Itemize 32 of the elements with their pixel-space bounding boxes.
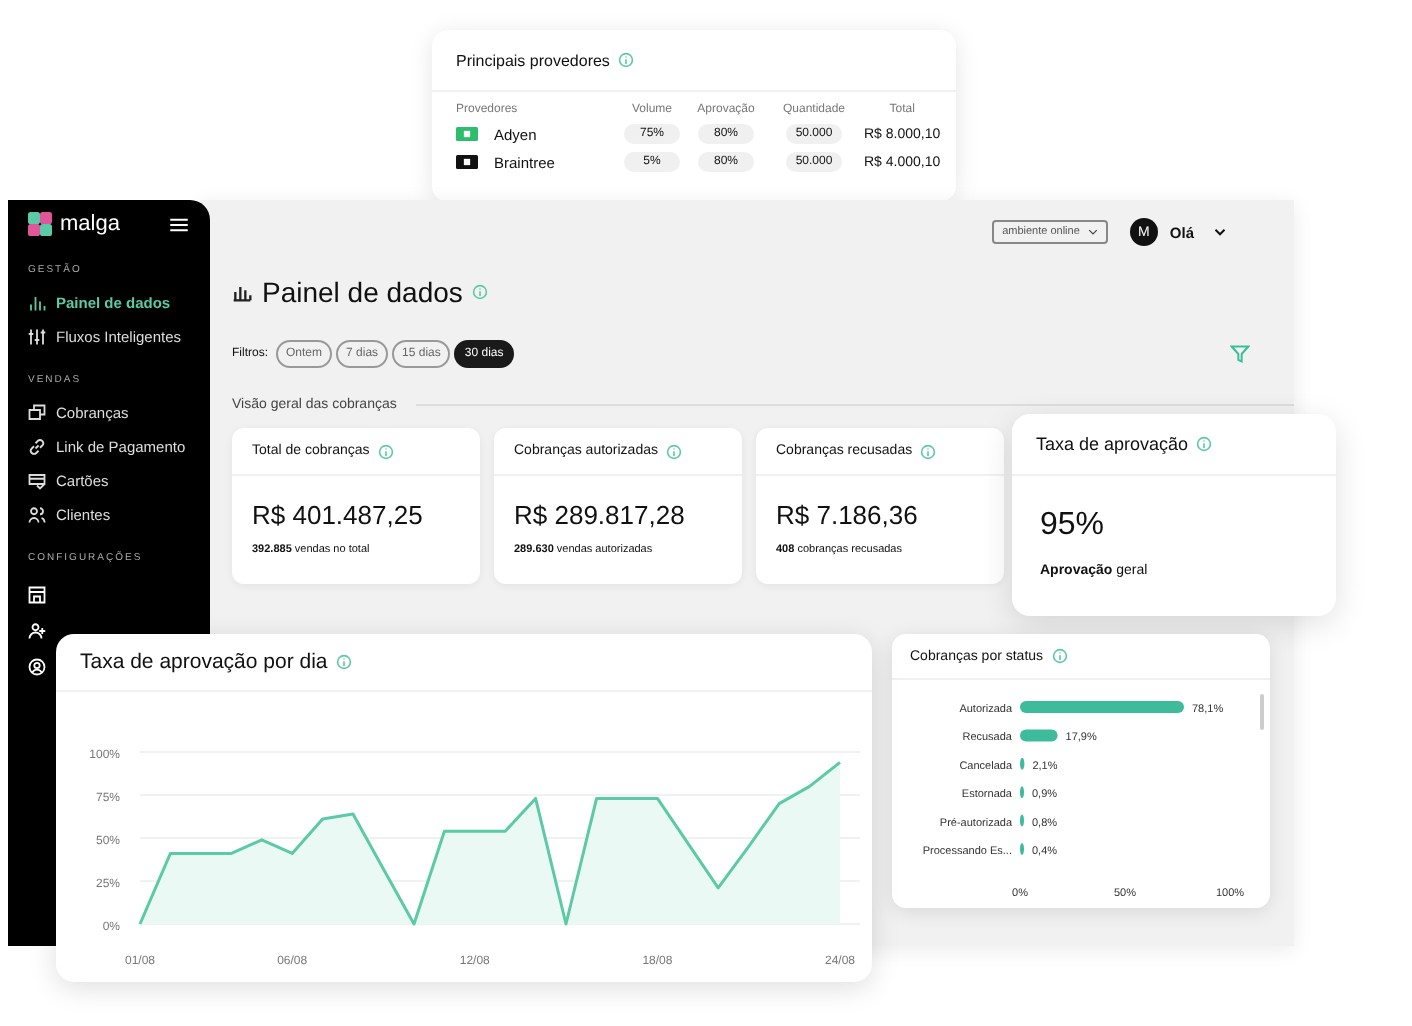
info-icon: [920, 443, 937, 459]
stat-value: R$ 289.817,28: [514, 500, 687, 530]
info-icon: [617, 52, 634, 68]
screens-icon: [28, 404, 46, 422]
info-icon: [472, 284, 489, 300]
info-icon: [1051, 648, 1068, 664]
bar-chart-icon: [232, 282, 252, 302]
stat-value: R$ 401.487,25: [252, 500, 425, 530]
info-icon: [666, 443, 682, 459]
menu-icon[interactable]: [170, 217, 188, 231]
user-add-icon[interactable]: [28, 622, 46, 640]
info-icon: [1196, 436, 1213, 452]
info-icon: [377, 443, 394, 459]
store-icon[interactable]: [28, 586, 46, 604]
logo-icon: [28, 212, 52, 236]
card-title: Taxa de aprovação por dia: [80, 650, 328, 674]
caret-icon: [1087, 228, 1098, 236]
card-title: Taxa de aprovação: [1036, 434, 1189, 454]
info-icon: [335, 654, 352, 670]
scrollbar[interactable]: [1260, 694, 1264, 730]
page-title: Painel de dados: [262, 276, 463, 308]
link-icon: [28, 438, 46, 456]
card-icon: [28, 472, 46, 490]
chevron-down-icon[interactable]: [1214, 228, 1226, 236]
logo-text: malga: [60, 212, 120, 236]
stat-value: R$ 7.186,36: [776, 500, 920, 530]
sliders-icon: [28, 328, 46, 346]
user-circle-icon[interactable]: [28, 658, 46, 676]
bars-icon: [28, 294, 46, 312]
people-icon: [28, 506, 46, 524]
approval-value: 95%: [1040, 508, 1107, 544]
card-title: Principais provedores: [456, 51, 610, 69]
